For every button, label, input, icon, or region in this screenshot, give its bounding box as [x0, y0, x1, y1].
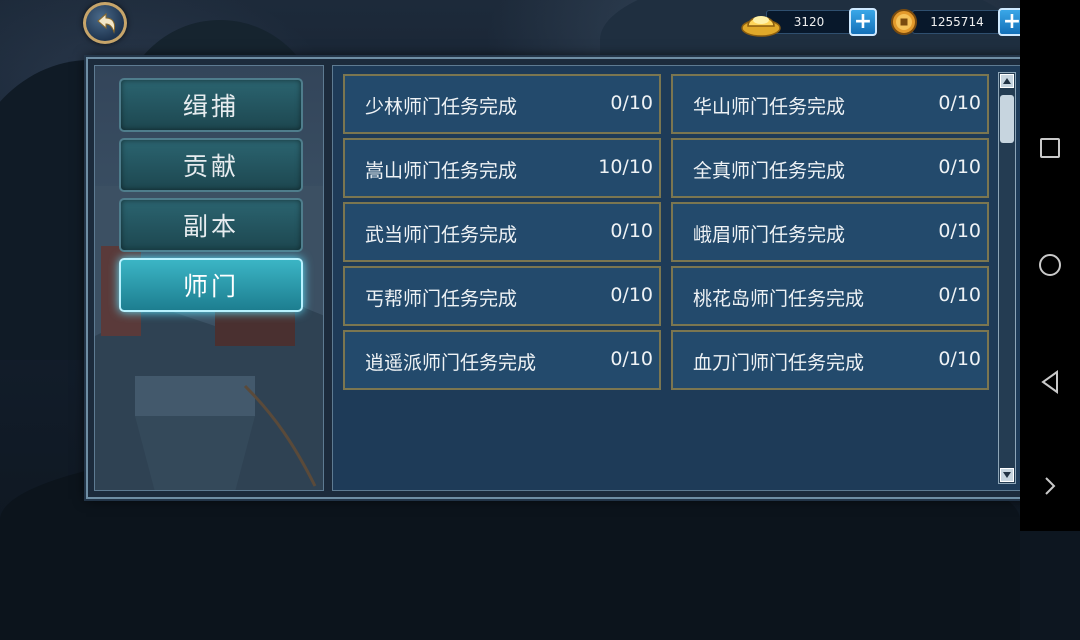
caret-up-icon [1003, 78, 1011, 84]
scroll-thumb[interactable] [1000, 95, 1014, 143]
task-progress: 0/10 [938, 156, 981, 178]
task-item: 血刀门师门任务完成 0/10 [671, 330, 989, 390]
gold-currency: 3120 + [740, 8, 880, 37]
expand-icon [1045, 477, 1056, 495]
scroll-up-button[interactable] [1000, 74, 1014, 88]
task-progress: 0/10 [938, 92, 981, 114]
task-name: 桃花岛师门任务完成 [693, 288, 865, 310]
caret-down-icon [1003, 472, 1011, 478]
scroll-down-button[interactable] [1000, 468, 1014, 482]
back-nav-button[interactable] [1020, 362, 1080, 402]
task-progress: 0/10 [610, 348, 653, 370]
task-item: 华山师门任务完成 0/10 [671, 74, 989, 134]
task-item: 武当师门任务完成 0/10 [343, 202, 661, 262]
coin-currency: 1255714 + [890, 8, 1028, 36]
task-name: 少林师门任务完成 [365, 96, 518, 118]
task-item: 全真师门任务完成 0/10 [671, 138, 989, 198]
home-button[interactable] [1020, 245, 1080, 285]
task-progress: 0/10 [610, 220, 653, 242]
task-name: 血刀门师门任务完成 [693, 352, 865, 374]
gold-ingot-icon [741, 16, 781, 37]
task-name: 峨眉师门任务完成 [693, 224, 846, 246]
category-sidebar: 缉捕 贡献 副本 师门 [94, 65, 324, 491]
recent-apps-button[interactable] [1020, 128, 1080, 168]
task-item: 嵩山师门任务完成 10/10 [343, 138, 661, 198]
task-progress: 0/10 [938, 348, 981, 370]
task-progress: 0/10 [610, 284, 653, 306]
task-name: 武当师门任务完成 [365, 224, 518, 246]
task-item: 少林师门任务完成 0/10 [343, 74, 661, 134]
task-progress: 0/10 [938, 284, 981, 306]
tab-arrest[interactable]: 缉捕 [119, 78, 303, 132]
tab-sect[interactable]: 师门 [119, 258, 303, 312]
task-progress: 0/10 [610, 92, 653, 114]
copper-coin-icon [891, 9, 917, 35]
task-list: 少林师门任务完成 0/10 华山师门任务完成 0/10 嵩山师门任务完成 10/… [332, 65, 1024, 491]
task-name: 逍遥派师门任务完成 [365, 352, 537, 374]
tab-dungeon[interactable]: 副本 [119, 198, 303, 252]
coin-amount: 1255714 [912, 10, 1002, 34]
task-item: 峨眉师门任务完成 0/10 [671, 202, 989, 262]
task-name: 嵩山师门任务完成 [365, 160, 518, 182]
task-item: 丐帮师门任务完成 0/10 [343, 266, 661, 326]
tab-contribution[interactable]: 贡献 [119, 138, 303, 192]
task-name: 华山师门任务完成 [693, 96, 846, 118]
expand-button[interactable] [1020, 466, 1080, 506]
task-progress: 0/10 [938, 220, 981, 242]
scrollbar[interactable] [998, 72, 1016, 484]
task-name: 丐帮师门任务完成 [365, 288, 518, 310]
home-icon [1039, 254, 1061, 276]
back-icon [1041, 370, 1058, 394]
back-button[interactable] [83, 2, 127, 44]
system-navigation-bar [1020, 0, 1080, 531]
task-panel: 缉捕 贡献 副本 师门 少林师门任务完成 0/10 华山师门任务完成 0/10 … [86, 57, 1032, 499]
recent-apps-icon [1040, 138, 1060, 158]
task-item: 桃花岛师门任务完成 0/10 [671, 266, 989, 326]
task-progress: 10/10 [598, 156, 653, 178]
add-gold-button[interactable]: + [849, 8, 877, 36]
task-item: 逍遥派师门任务完成 0/10 [343, 330, 661, 390]
task-name: 全真师门任务完成 [693, 160, 846, 182]
return-arrow-icon [97, 12, 116, 34]
